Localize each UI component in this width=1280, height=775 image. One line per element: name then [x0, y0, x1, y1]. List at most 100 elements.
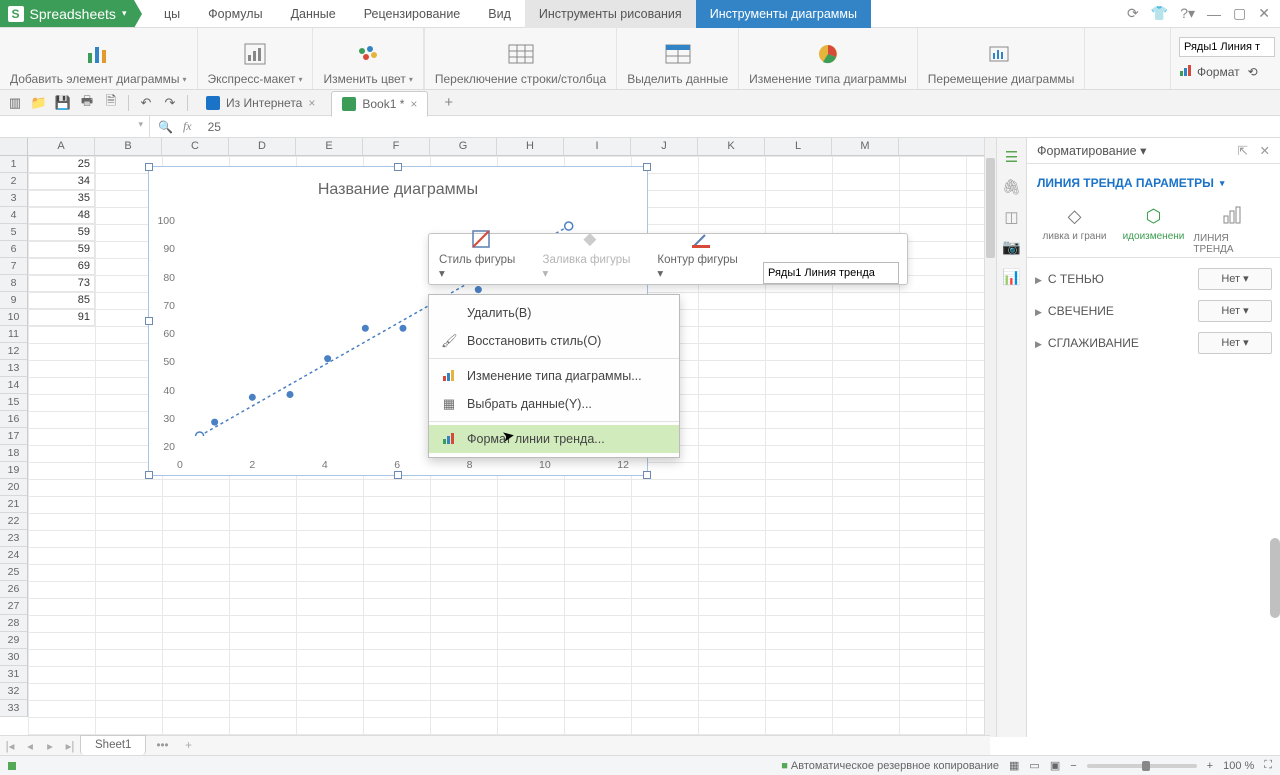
backup-label[interactable]: Автоматическое резервное копирование: [791, 760, 999, 772]
row-header[interactable]: 29: [0, 632, 27, 649]
resize-handle[interactable]: [145, 317, 153, 325]
pane-pin-icon[interactable]: ⇱: [1238, 144, 1248, 158]
fx-icon[interactable]: fx: [183, 119, 192, 134]
ctx-delete[interactable]: Удалить(B): [429, 299, 679, 327]
pane-tab-trendline[interactable]: ЛИНИЯ ТРЕНДА: [1193, 206, 1271, 255]
close-tab-icon[interactable]: ×: [308, 96, 315, 110]
redo-icon[interactable]: ↷: [161, 94, 179, 112]
help-icon[interactable]: ?▾: [1180, 5, 1195, 22]
restore-icon[interactable]: ▢: [1233, 5, 1246, 22]
cell[interactable]: 85: [28, 292, 95, 309]
pane-row-shadow[interactable]: ▶С ТЕНЬЮ Нет ▾: [1035, 268, 1272, 290]
tab-nav-last[interactable]: ▸|: [60, 739, 80, 753]
row-header[interactable]: 13: [0, 360, 27, 377]
new-icon[interactable]: ▥: [6, 94, 24, 112]
ribbon-switch-rowcol[interactable]: Переключение строки/столбца: [424, 28, 617, 89]
row-header[interactable]: 28: [0, 615, 27, 632]
col-header[interactable]: J: [631, 138, 698, 155]
ribbon-change-type[interactable]: Изменение типа диаграммы: [739, 28, 918, 89]
pane-row-smoothing[interactable]: ▶СГЛАЖИВАНИЕ Нет ▾: [1035, 332, 1272, 354]
cell[interactable]: 59: [28, 241, 95, 258]
tab-nav-first[interactable]: |◂: [0, 739, 20, 753]
sheet-tab[interactable]: Sheet1: [80, 735, 146, 755]
close-tab-icon[interactable]: ×: [410, 97, 417, 111]
print-icon[interactable]: 🖶: [78, 94, 96, 112]
mini-series-input[interactable]: [763, 262, 899, 284]
row-header[interactable]: 18: [0, 445, 27, 462]
row-header[interactable]: 31: [0, 666, 27, 683]
row-header[interactable]: 20: [0, 479, 27, 496]
row-header[interactable]: 11: [0, 326, 27, 343]
pane-close-icon[interactable]: ✕: [1260, 144, 1270, 158]
ribbon-select-data[interactable]: Выделить данные: [617, 28, 739, 89]
app-badge[interactable]: S Spreadsheets ▾: [0, 0, 134, 27]
row-header[interactable]: 17: [0, 428, 27, 445]
undo-icon[interactable]: ↶: [137, 94, 155, 112]
row-header[interactable]: 14: [0, 377, 27, 394]
col-header[interactable]: C: [162, 138, 229, 155]
resize-handle[interactable]: [643, 471, 651, 479]
cell[interactable]: 35: [28, 190, 95, 207]
ribbon-add-chart-element[interactable]: Добавить элемент диаграммы▾: [0, 28, 198, 89]
row-header[interactable]: 2: [0, 173, 27, 190]
sheet-more[interactable]: •••: [146, 740, 178, 752]
dropdown-button[interactable]: Нет ▾: [1198, 332, 1272, 354]
side-camera-icon[interactable]: 📷: [1002, 238, 1021, 256]
row-header[interactable]: 3: [0, 190, 27, 207]
doc-tab-book[interactable]: Book1 * ×: [331, 91, 428, 117]
view-page-icon[interactable]: ▣: [1050, 759, 1060, 772]
menu-item[interactable]: Рецензирование: [350, 0, 475, 28]
format-button[interactable]: Формат ⟲: [1179, 63, 1258, 80]
side-clip-icon[interactable]: 🖇: [1002, 178, 1021, 196]
vertical-scrollbar[interactable]: [984, 138, 996, 737]
cell[interactable]: 73: [28, 275, 95, 292]
fullscreen-icon[interactable]: ⛶: [1264, 759, 1272, 772]
row-header[interactable]: 26: [0, 581, 27, 598]
cell[interactable]: 69: [28, 258, 95, 275]
dropdown-button[interactable]: Нет ▾: [1198, 268, 1272, 290]
reset-icon[interactable]: ⟲: [1248, 65, 1258, 79]
menu-item[interactable]: цы: [150, 0, 194, 28]
minimize-icon[interactable]: —: [1207, 6, 1221, 22]
name-box[interactable]: [0, 116, 150, 137]
cell[interactable]: 59: [28, 224, 95, 241]
shirt-icon[interactable]: 👕: [1151, 5, 1168, 22]
select-all-corner[interactable]: [0, 138, 28, 155]
tab-nav-prev[interactable]: ◂: [20, 739, 40, 753]
row-header[interactable]: 25: [0, 564, 27, 581]
ctx-format-trendline[interactable]: Формат линии тренда...: [429, 425, 679, 453]
add-sheet[interactable]: +: [179, 740, 199, 752]
row-header[interactable]: 6: [0, 241, 27, 258]
ribbon-move-chart[interactable]: Перемещение диаграммы: [918, 28, 1086, 89]
cell[interactable]: 48: [28, 207, 95, 224]
resize-handle[interactable]: [394, 163, 402, 171]
col-header[interactable]: I: [564, 138, 631, 155]
menu-item[interactable]: Формулы: [194, 0, 276, 28]
pane-section-selector[interactable]: ЛИНИЯ ТРЕНДА ПАРАМЕТРЫ ▾: [1027, 164, 1280, 202]
col-header[interactable]: G: [430, 138, 497, 155]
row-header[interactable]: 24: [0, 547, 27, 564]
row-header[interactable]: 19: [0, 462, 27, 479]
row-header[interactable]: 30: [0, 649, 27, 666]
zoom-in[interactable]: +: [1207, 760, 1213, 772]
pane-scrollbar[interactable]: [1270, 538, 1280, 618]
col-header[interactable]: D: [229, 138, 296, 155]
resize-handle[interactable]: [145, 471, 153, 479]
cell[interactable]: 25: [28, 156, 95, 173]
zoom-value[interactable]: 100 %: [1223, 760, 1254, 772]
row-header[interactable]: 15: [0, 394, 27, 411]
ctx-restore-style[interactable]: 🖌 Восстановить стиль(O): [429, 327, 679, 355]
resize-handle[interactable]: [643, 163, 651, 171]
sync-icon[interactable]: ⟳: [1127, 5, 1139, 22]
col-header[interactable]: B: [95, 138, 162, 155]
menu-item[interactable]: Данные: [277, 0, 350, 28]
doc-tab-web[interactable]: Из Интернета ×: [196, 90, 325, 116]
side-home-icon[interactable]: ☰: [1005, 148, 1018, 166]
ctx-select-data[interactable]: ▦ Выбрать данные(Y)...: [429, 390, 679, 418]
ctx-change-chart-type[interactable]: Изменение типа диаграммы...: [429, 362, 679, 390]
zoom-slider[interactable]: [1087, 764, 1197, 768]
row-header[interactable]: 8: [0, 275, 27, 292]
ribbon-express-layout[interactable]: Экспресс-макет▾: [198, 28, 314, 89]
pane-tab-effects[interactable]: ⬡ идоизменени: [1114, 206, 1192, 255]
resize-handle[interactable]: [145, 163, 153, 171]
